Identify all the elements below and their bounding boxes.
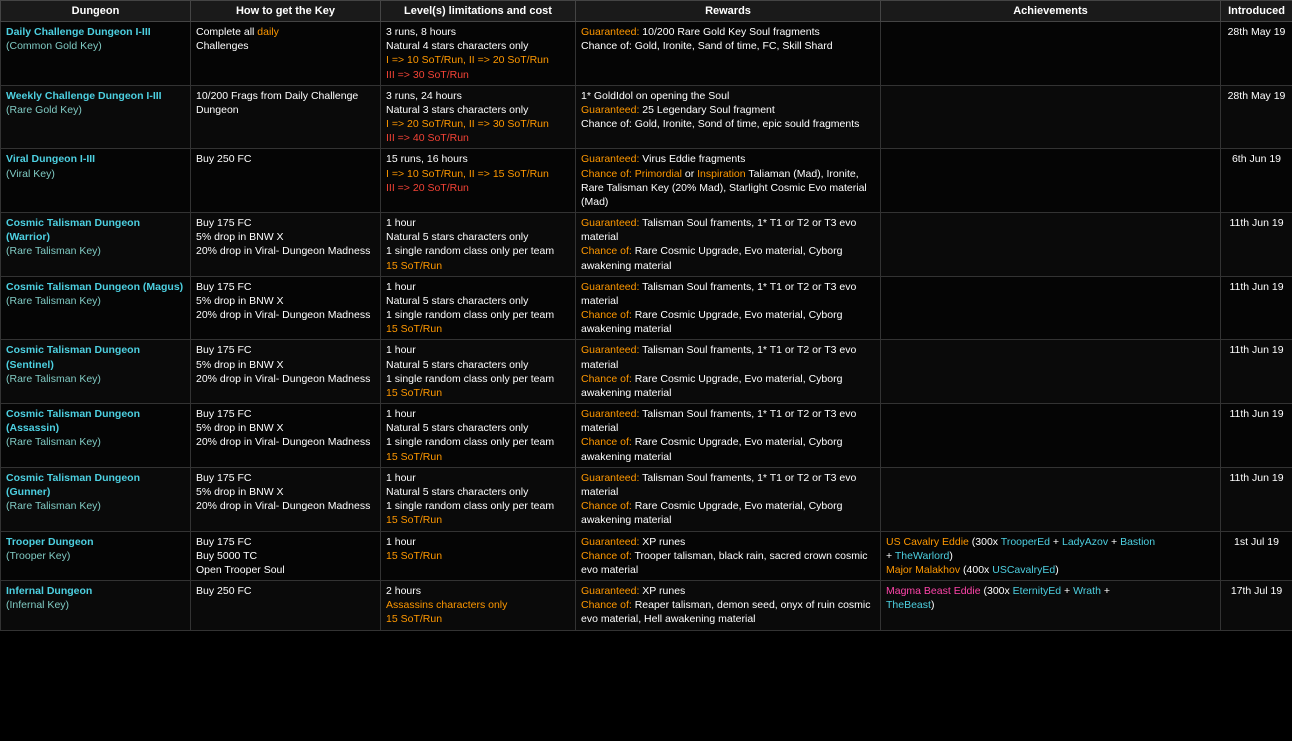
achievements-cell	[881, 213, 1221, 277]
level-cell: 1 hourNatural 5 stars characters only1 s…	[381, 467, 576, 531]
rewards-cell: 1* GoldIdol on opening the SoulGuarantee…	[576, 85, 881, 149]
introduced-cell: 1st Jul 19	[1221, 531, 1292, 581]
achievements-cell	[881, 404, 1221, 468]
key-cell: Buy 175 FC5% drop in BNW X20% drop in Vi…	[191, 340, 381, 404]
table-row: Cosmic Talisman Dungeon (Warrior)(Rare T…	[1, 213, 1292, 277]
header-achievements: Achievements	[881, 1, 1221, 22]
introduced-cell: 17th Jul 19	[1221, 581, 1292, 631]
key-cell: Buy 175 FC5% drop in BNW X20% drop in Vi…	[191, 276, 381, 340]
table-row: Cosmic Talisman Dungeon (Magus)(Rare Tal…	[1, 276, 1292, 340]
achievements-cell: US Cavalry Eddie (300x TrooperEd + LadyA…	[881, 531, 1221, 581]
table-row: Viral Dungeon I-III(Viral Key)Buy 250 FC…	[1, 149, 1292, 213]
dungeon-cell: Cosmic Talisman Dungeon (Gunner)(Rare Ta…	[1, 467, 191, 531]
level-cell: 15 runs, 16 hoursI => 10 SoT/Run, II => …	[381, 149, 576, 213]
key-cell: 10/200 Frags from Daily Challenge Dungeo…	[191, 85, 381, 149]
achievements-cell: Magma Beast Eddie (300x EternityEd + Wra…	[881, 581, 1221, 631]
key-cell: Buy 175 FCBuy 5000 TCOpen Trooper Soul	[191, 531, 381, 581]
introduced-cell: 28th May 19	[1221, 85, 1292, 149]
dungeon-cell: Cosmic Talisman Dungeon (Magus)(Rare Tal…	[1, 276, 191, 340]
table-row: Infernal Dungeon(Infernal Key)Buy 250 FC…	[1, 581, 1292, 631]
level-cell: 1 hourNatural 5 stars characters only1 s…	[381, 404, 576, 468]
introduced-cell: 11th Jun 19	[1221, 213, 1292, 277]
dungeon-cell: Cosmic Talisman Dungeon (Assassin)(Rare …	[1, 404, 191, 468]
header-key: How to get the Key	[191, 1, 381, 22]
rewards-cell: Guaranteed: XP runesChance of: Reaper ta…	[576, 581, 881, 631]
key-cell: Buy 175 FC5% drop in BNW X20% drop in Vi…	[191, 467, 381, 531]
dungeon-cell: Cosmic Talisman Dungeon (Sentinel)(Rare …	[1, 340, 191, 404]
dungeon-cell: Weekly Challenge Dungeon I-III(Rare Gold…	[1, 85, 191, 149]
level-cell: 1 hourNatural 5 stars characters only1 s…	[381, 340, 576, 404]
header-level: Level(s) limitations and cost	[381, 1, 576, 22]
achievements-cell	[881, 276, 1221, 340]
introduced-cell: 11th Jun 19	[1221, 467, 1292, 531]
introduced-cell: 28th May 19	[1221, 22, 1292, 86]
dungeon-table: Dungeon How to get the Key Level(s) limi…	[0, 0, 1292, 631]
key-cell: Buy 250 FC	[191, 581, 381, 631]
key-cell: Complete all dailyChallenges	[191, 22, 381, 86]
table-row: Trooper Dungeon(Trooper Key)Buy 175 FCBu…	[1, 531, 1292, 581]
header-introduced: Introduced	[1221, 1, 1292, 22]
introduced-cell: 11th Jun 19	[1221, 404, 1292, 468]
dungeon-cell: Trooper Dungeon(Trooper Key)	[1, 531, 191, 581]
achievements-cell	[881, 467, 1221, 531]
rewards-cell: Guaranteed: Virus Eddie fragmentsChance …	[576, 149, 881, 213]
rewards-cell: Guaranteed: Talisman Soul framents, 1* T…	[576, 276, 881, 340]
level-cell: 1 hour15 SoT/Run	[381, 531, 576, 581]
key-cell: Buy 250 FC	[191, 149, 381, 213]
header-dungeon: Dungeon	[1, 1, 191, 22]
table-row: Cosmic Talisman Dungeon (Sentinel)(Rare …	[1, 340, 1292, 404]
rewards-cell: Guaranteed: XP runesChance of: Trooper t…	[576, 531, 881, 581]
rewards-cell: Guaranteed: Talisman Soul framents, 1* T…	[576, 404, 881, 468]
table-body: Daily Challenge Dungeon I-III(Common Gol…	[1, 22, 1292, 631]
achievements-cell	[881, 22, 1221, 86]
table-row: Daily Challenge Dungeon I-III(Common Gol…	[1, 22, 1292, 86]
key-cell: Buy 175 FC5% drop in BNW X20% drop in Vi…	[191, 404, 381, 468]
rewards-cell: Guaranteed: Talisman Soul framents, 1* T…	[576, 467, 881, 531]
introduced-cell: 11th Jun 19	[1221, 276, 1292, 340]
achievements-cell	[881, 149, 1221, 213]
rewards-cell: Guaranteed: Talisman Soul framents, 1* T…	[576, 340, 881, 404]
dungeon-cell: Cosmic Talisman Dungeon (Warrior)(Rare T…	[1, 213, 191, 277]
dungeon-cell: Viral Dungeon I-III(Viral Key)	[1, 149, 191, 213]
introduced-cell: 6th Jun 19	[1221, 149, 1292, 213]
dungeon-cell: Daily Challenge Dungeon I-III(Common Gol…	[1, 22, 191, 86]
rewards-cell: Guaranteed: Talisman Soul framents, 1* T…	[576, 213, 881, 277]
header-rewards: Rewards	[576, 1, 881, 22]
achievements-cell	[881, 340, 1221, 404]
level-cell: 2 hoursAssassins characters only15 SoT/R…	[381, 581, 576, 631]
table-row: Weekly Challenge Dungeon I-III(Rare Gold…	[1, 85, 1292, 149]
level-cell: 3 runs, 24 hoursNatural 3 stars characte…	[381, 85, 576, 149]
achievements-cell	[881, 85, 1221, 149]
level-cell: 3 runs, 8 hoursNatural 4 stars character…	[381, 22, 576, 86]
table-row: Cosmic Talisman Dungeon (Assassin)(Rare …	[1, 404, 1292, 468]
level-cell: 1 hourNatural 5 stars characters only1 s…	[381, 276, 576, 340]
introduced-cell: 11th Jun 19	[1221, 340, 1292, 404]
key-cell: Buy 175 FC5% drop in BNW X20% drop in Vi…	[191, 213, 381, 277]
table-row: Cosmic Talisman Dungeon (Gunner)(Rare Ta…	[1, 467, 1292, 531]
level-cell: 1 hourNatural 5 stars characters only1 s…	[381, 213, 576, 277]
rewards-cell: Guaranteed: 10/200 Rare Gold Key Soul fr…	[576, 22, 881, 86]
dungeon-cell: Infernal Dungeon(Infernal Key)	[1, 581, 191, 631]
